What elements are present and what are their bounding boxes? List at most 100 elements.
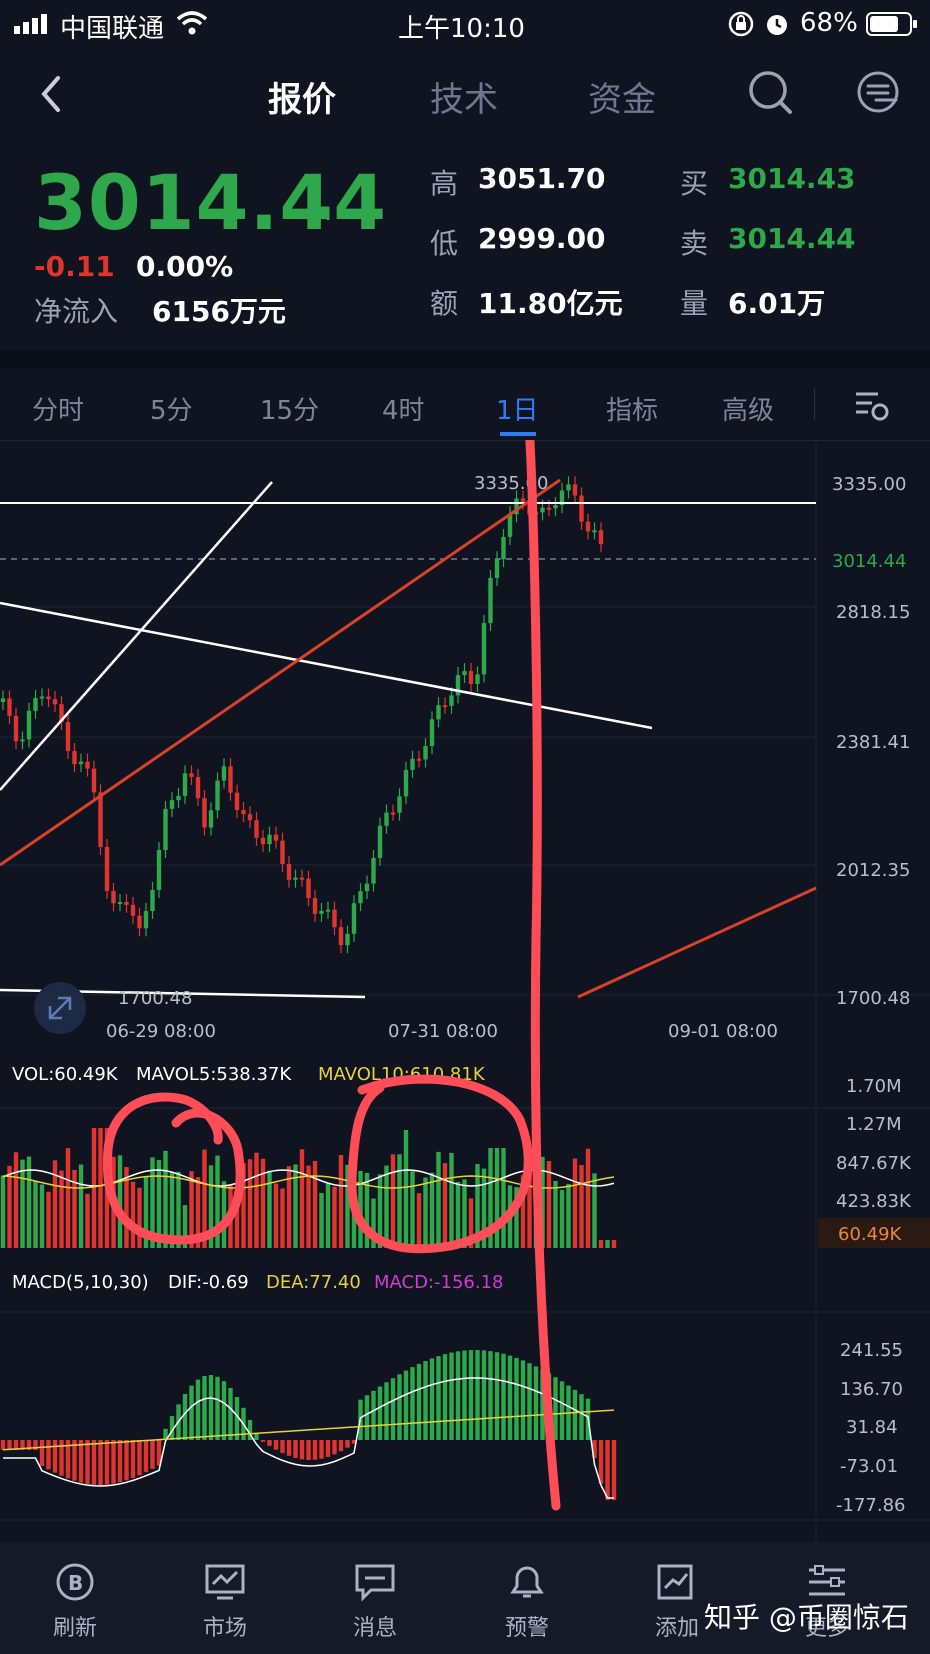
- min-price-label: 1700.48: [118, 988, 192, 1009]
- macd-bar: [605, 1440, 610, 1500]
- volume-bar: [59, 1170, 64, 1248]
- macd-bar: [533, 1366, 539, 1440]
- clock: 上午10:10: [398, 14, 525, 44]
- macd-bar: [98, 1440, 103, 1485]
- volume-bar: [85, 1193, 90, 1248]
- vol-y-tick-0: 1.70M: [846, 1076, 902, 1097]
- macd-bar: [208, 1375, 214, 1440]
- market-button[interactable]: 市场: [170, 1542, 280, 1654]
- candle-body: [468, 671, 474, 684]
- candle-body: [397, 796, 402, 813]
- volume-bar: [13, 1152, 19, 1248]
- tab-quote[interactable]: 报价: [268, 72, 336, 121]
- alert-button[interactable]: 预警: [472, 1542, 582, 1654]
- candle-body: [436, 705, 441, 720]
- vol-legend: VOL:60.49K: [12, 1064, 119, 1085]
- macd-bar: [364, 1395, 370, 1440]
- candle-body: [254, 820, 259, 838]
- add-chart-icon: [655, 1562, 699, 1602]
- vol-y-tick-3: 423.83K: [836, 1191, 912, 1212]
- macd-bar: [299, 1440, 305, 1460]
- period-tab-5m[interactable]: 5分: [150, 390, 193, 427]
- volume-bar: [39, 1184, 45, 1248]
- volume-value: 6.01万: [728, 287, 826, 320]
- divider: [814, 388, 815, 420]
- candle-body: [345, 933, 350, 946]
- macd-bar: [104, 1440, 110, 1485]
- y-tick-3: 2012.35: [836, 860, 910, 881]
- candle-body: [260, 837, 266, 845]
- volume-bar: [91, 1128, 97, 1248]
- macd-bar: [280, 1440, 285, 1453]
- price-change: -0.11: [34, 250, 115, 283]
- candle-body: [20, 739, 25, 742]
- volume-bar: [338, 1154, 344, 1248]
- volume-bar: [559, 1189, 565, 1248]
- signal-icon: [14, 14, 50, 34]
- period-tab-15m[interactable]: 15分: [260, 390, 319, 427]
- macd-bar: [468, 1350, 474, 1440]
- macd-bar: [332, 1440, 337, 1455]
- macd-bar: [202, 1375, 207, 1440]
- y-tick-0: 3335.00: [832, 474, 906, 495]
- period-tab-4h[interactable]: 4时: [382, 390, 425, 427]
- candle-body: [137, 915, 142, 929]
- macd-bar: [195, 1379, 201, 1440]
- search-icon[interactable]: [748, 70, 794, 116]
- volume-bar: [306, 1165, 311, 1248]
- chart-area[interactable]: 3335.00 1700.48 3335.00 3014.44 2818.15 …: [0, 440, 930, 1542]
- volume-bar: [312, 1160, 318, 1248]
- tab-technical[interactable]: 技术: [430, 72, 498, 121]
- candle-body: [195, 777, 201, 799]
- bid-value: 3014.43: [728, 162, 856, 195]
- volume-bar: [325, 1183, 331, 1248]
- vol-y-tick-2: 847.67K: [836, 1153, 912, 1174]
- macd-bar: [91, 1440, 97, 1485]
- candle-body: [241, 810, 246, 815]
- dif-legend: DIF:-0.69: [168, 1272, 249, 1293]
- macd-bar: [345, 1440, 350, 1448]
- candle-body: [423, 746, 428, 760]
- y-tick-1: 2818.15: [836, 602, 910, 623]
- macd-bar: [403, 1370, 409, 1440]
- refresh-button[interactable]: B 刷新: [20, 1542, 130, 1654]
- macd-bar: [137, 1440, 142, 1476]
- message-icon: [353, 1562, 397, 1602]
- amount-value: 11.80亿元: [478, 287, 623, 320]
- candle-body: [169, 800, 175, 809]
- vol-y-tick-1: 1.27M: [846, 1114, 902, 1135]
- messages-label: 消息: [352, 1616, 397, 1641]
- expand-icon[interactable]: [34, 982, 86, 1034]
- volume-bar: [455, 1181, 461, 1248]
- candle-body: [462, 671, 467, 676]
- macd-bar: [507, 1355, 513, 1440]
- candle-body: [130, 904, 136, 916]
- candle-body: [293, 877, 298, 880]
- candle-body: [429, 719, 435, 747]
- volume-bar: [247, 1159, 253, 1248]
- indicator-menu[interactable]: 指标: [606, 390, 658, 427]
- volume-bar: [163, 1150, 168, 1248]
- candle-body: [46, 696, 51, 700]
- tab-funds[interactable]: 资金: [588, 72, 656, 121]
- alert-label: 预警: [504, 1616, 549, 1641]
- messages-button[interactable]: 消息: [320, 1542, 430, 1654]
- period-tab-1d[interactable]: 1日: [496, 390, 539, 427]
- macd-bar: [579, 1394, 584, 1440]
- candle-body: [13, 715, 19, 742]
- macd-title: MACD(5,10,30): [12, 1272, 149, 1293]
- chart-settings-icon[interactable]: [854, 388, 890, 422]
- period-tab-timeshare[interactable]: 分时: [32, 390, 84, 427]
- menu-icon[interactable]: [856, 70, 904, 118]
- candle-body: [319, 910, 324, 914]
- back-icon[interactable]: [36, 72, 66, 116]
- candle-body: [403, 769, 409, 797]
- macd-bar: [260, 1440, 266, 1442]
- net-inflow-label: 净流入: [34, 295, 119, 328]
- macd-bar: [189, 1385, 194, 1440]
- macd-bar: [215, 1376, 220, 1440]
- advanced-menu[interactable]: 高级: [722, 390, 774, 427]
- macd-bar: [520, 1360, 526, 1440]
- candle-body: [592, 530, 597, 533]
- watermark: 知乎 @币圈惊石: [704, 1601, 909, 1634]
